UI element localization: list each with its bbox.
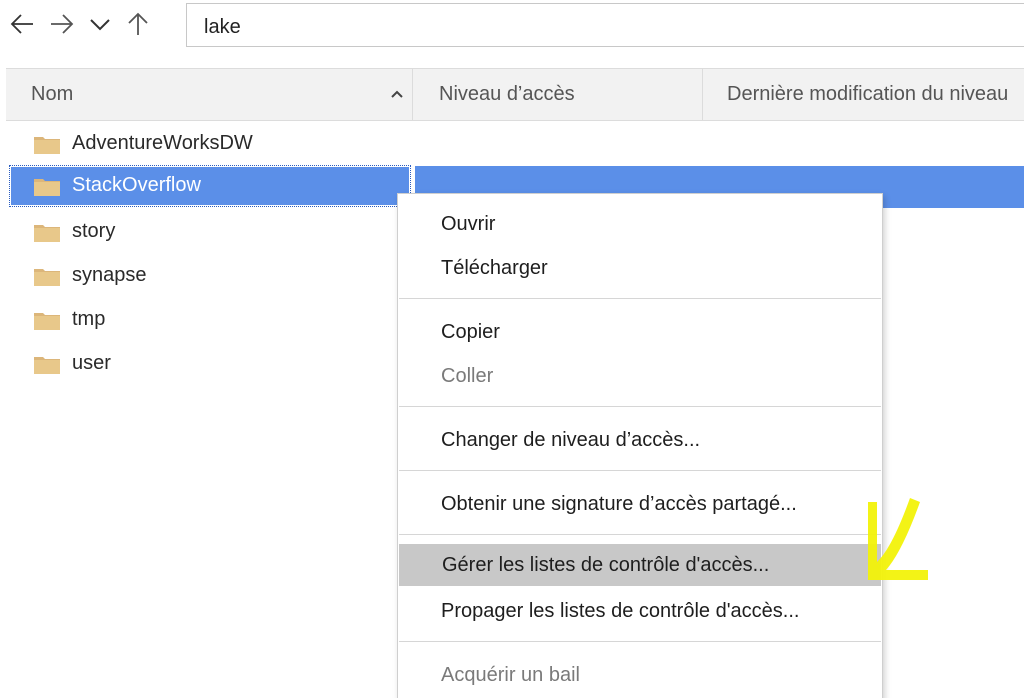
file-row-tmp[interactable]: tmp xyxy=(10,300,410,340)
column-nom-label: Nom xyxy=(31,83,74,105)
file-row-story[interactable]: story xyxy=(10,212,410,252)
folder-icon xyxy=(34,313,60,330)
column-header: Nom Niveau d’accès Dernière modification… xyxy=(6,68,1024,121)
annotation-arrow-icon xyxy=(868,498,928,580)
menu-item-coller: Coller xyxy=(441,365,494,387)
column-derniere-modification-label: Dernière modification du niveau xyxy=(727,83,1009,105)
file-row-label: synapse xyxy=(72,264,147,286)
menu-item-acquerir-bail: Acquérir un bail xyxy=(441,664,580,686)
menu-item-copier[interactable]: Copier xyxy=(398,311,882,353)
storage-explorer-window: lake Nom Niveau d’accès Dernière modific… xyxy=(0,0,1024,698)
folder-icon xyxy=(34,137,60,154)
folder-icon xyxy=(34,269,60,286)
menu-separator xyxy=(399,406,881,407)
column-derniere-modification[interactable]: Dernière modification du niveau xyxy=(703,69,1024,120)
arrow-up-icon xyxy=(128,12,148,35)
column-niveau-acces-label: Niveau d’accès xyxy=(439,83,575,105)
file-row-adventureworksdw[interactable]: AdventureWorksDW xyxy=(10,124,410,164)
file-row-label: user xyxy=(72,352,111,374)
menu-separator xyxy=(399,470,881,471)
menu-item-telecharger[interactable]: Télécharger xyxy=(398,247,882,289)
address-bar[interactable]: lake xyxy=(186,3,1024,47)
file-row-label: story xyxy=(72,220,116,242)
file-row-user[interactable]: user xyxy=(10,344,410,384)
column-niveau-acces[interactable]: Niveau d’accès xyxy=(413,69,703,120)
address-value: lake xyxy=(204,16,241,38)
arrow-right-icon xyxy=(51,14,74,34)
file-row-label: StackOverflow xyxy=(72,174,201,196)
menu-separator xyxy=(399,534,881,535)
back-button[interactable] xyxy=(6,6,38,42)
forward-button[interactable] xyxy=(46,6,78,42)
menu-item-obtenir-signature[interactable]: Obtenir une signature d’accès partagé... xyxy=(398,483,882,525)
menu-separator xyxy=(399,641,881,642)
file-row-synapse[interactable]: synapse xyxy=(10,256,410,296)
menu-item-ouvrir[interactable]: Ouvrir xyxy=(398,203,882,245)
menu-item-gerer-acl[interactable]: Gérer les listes de contrôle d'accès... xyxy=(399,544,881,586)
file-row-stackoverflow[interactable]: StackOverflow xyxy=(9,165,411,207)
arrow-left-icon xyxy=(10,14,33,34)
folder-icon xyxy=(34,225,60,242)
file-row-label: AdventureWorksDW xyxy=(72,132,253,154)
menu-separator xyxy=(399,298,881,299)
menu-item-changer-niveau-acces[interactable]: Changer de niveau d’accès... xyxy=(398,419,882,461)
menu-item-propager-acl[interactable]: Propager les listes de contrôle d'accès.… xyxy=(398,590,882,632)
up-button[interactable] xyxy=(122,6,154,42)
context-menu: Ouvrir Télécharger Copier Coller Changer… xyxy=(397,193,883,698)
folder-icon xyxy=(34,357,60,374)
sort-ascending-icon[interactable] xyxy=(390,89,404,99)
history-dropdown-button[interactable] xyxy=(84,6,116,42)
column-nom[interactable]: Nom xyxy=(6,69,413,120)
file-row-label: tmp xyxy=(72,308,106,330)
chevron-down-icon xyxy=(90,19,110,31)
folder-icon xyxy=(34,179,60,196)
